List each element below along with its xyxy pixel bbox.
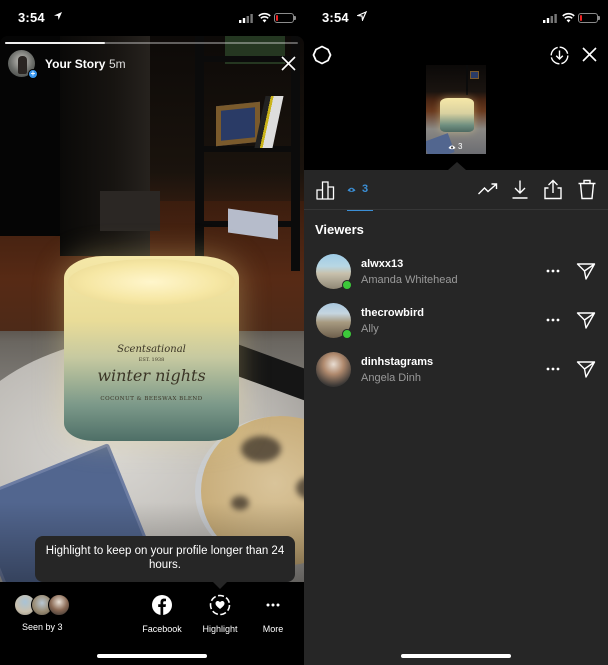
story-thumbnail[interactable]: 3 xyxy=(426,65,486,154)
story-viewers-screen: 3:54 3 3 Viewers alwxx13 Amanda Whitehea… xyxy=(304,0,608,665)
more-dots-icon xyxy=(546,367,560,371)
wifi-icon xyxy=(258,12,271,23)
status-time: 3:54 xyxy=(18,10,45,25)
more-label: More xyxy=(262,624,284,634)
viewer-more-options-button[interactable] xyxy=(544,362,562,376)
more-dots-icon xyxy=(546,269,560,273)
bar-chart-icon[interactable] xyxy=(316,179,335,200)
candle-scent: winter nights xyxy=(97,366,206,385)
active-tab-underline xyxy=(347,209,373,211)
status-bar: 3:54 xyxy=(0,0,304,36)
send-message-icon[interactable] xyxy=(576,359,596,379)
story-tabs-bar: 3 xyxy=(304,170,608,211)
status-time: 3:54 xyxy=(322,10,349,25)
seen-by-label: Seen by 3 xyxy=(22,622,63,632)
viewer-avatar[interactable] xyxy=(316,352,351,387)
tab-viewers[interactable]: 3 xyxy=(347,170,373,211)
story-photo[interactable]: Scentsational EST. 1938 winter nights CO… xyxy=(0,36,304,582)
download-icon[interactable] xyxy=(510,179,530,200)
viewer-full-name: Amanda Whitehead xyxy=(361,274,458,286)
add-story-plus-icon[interactable]: + xyxy=(28,69,38,79)
cellular-signal-icon xyxy=(239,14,253,23)
facebook-button[interactable]: Facebook xyxy=(137,594,187,636)
viewer-more-options-button[interactable] xyxy=(544,264,562,278)
viewer-row[interactable]: thecrowbird Ally xyxy=(304,301,608,347)
facebook-label: Facebook xyxy=(142,624,182,634)
viewer-row[interactable]: alwxx13 Amanda Whitehead xyxy=(304,252,608,298)
cellular-signal-icon xyxy=(543,14,557,23)
story-progress-bar xyxy=(5,42,298,44)
viewers-count: 3 xyxy=(362,183,369,195)
more-dots-icon xyxy=(266,603,280,607)
candle-blend: COCONUT & BEESWAX BLEND xyxy=(100,396,203,402)
eye-icon xyxy=(448,145,456,149)
battery-icon xyxy=(274,13,296,23)
send-message-icon[interactable] xyxy=(576,261,596,281)
highlight-heart-icon xyxy=(209,594,231,616)
viewer-username[interactable]: thecrowbird xyxy=(361,307,424,319)
highlight-tooltip: Highlight to keep on your profile longer… xyxy=(35,536,295,582)
status-bar: 3:54 xyxy=(304,0,608,36)
promote-trend-icon[interactable] xyxy=(478,179,498,200)
eye-icon xyxy=(347,187,356,192)
share-icon[interactable] xyxy=(543,179,563,200)
picture-frame xyxy=(216,101,260,147)
story-header: + Your Story 5m xyxy=(0,48,304,82)
facebook-icon xyxy=(152,595,172,615)
viewers-heading: Viewers xyxy=(315,222,364,237)
story-title[interactable]: Your Story xyxy=(45,57,105,71)
candle-est: EST. 1938 xyxy=(138,357,165,363)
tooltip-text: Highlight to keep on your profile longer… xyxy=(45,545,285,571)
save-circle-icon[interactable] xyxy=(550,46,569,65)
battery-icon xyxy=(578,13,600,23)
home-indicator[interactable] xyxy=(401,654,511,658)
tooltip-pointer xyxy=(213,582,227,589)
send-message-icon[interactable] xyxy=(576,310,596,330)
more-button[interactable]: More xyxy=(248,594,298,636)
wifi-icon xyxy=(562,12,575,23)
viewer-full-name: Ally xyxy=(361,323,379,335)
story-view-screen: 3:54 Scentsational EST. 1938 winter nigh… xyxy=(0,0,304,665)
thumbnail-view-count: 3 xyxy=(448,142,462,151)
candle: Scentsational EST. 1938 winter nights CO… xyxy=(64,256,239,441)
viewer-username[interactable]: dinhstagrams xyxy=(361,356,433,368)
highlight-label: Highlight xyxy=(202,624,238,634)
viewer-more-options-button[interactable] xyxy=(544,313,562,327)
viewer-avatar-3 xyxy=(48,594,70,616)
delete-trash-icon[interactable] xyxy=(577,179,597,200)
close-icon[interactable] xyxy=(582,47,597,62)
location-arrow-icon xyxy=(357,11,367,21)
online-status-dot xyxy=(342,329,352,339)
candle-brand: Scentsational xyxy=(117,344,186,355)
close-icon[interactable] xyxy=(280,55,297,72)
viewer-row[interactable]: dinhstagrams Angela Dinh xyxy=(304,350,608,396)
highlight-button[interactable]: Highlight xyxy=(195,594,245,636)
viewer-full-name: Angela Dinh xyxy=(361,372,421,384)
more-dots-icon xyxy=(546,318,560,322)
story-time-ago: 5m xyxy=(109,57,126,71)
thumbnail-pointer xyxy=(448,162,466,170)
seen-by-button[interactable]: Seen by 3 xyxy=(14,594,74,636)
location-arrow-icon xyxy=(54,12,62,20)
viewer-username[interactable]: alwxx13 xyxy=(361,258,403,270)
settings-icon[interactable] xyxy=(312,45,332,65)
home-indicator[interactable] xyxy=(97,654,207,658)
online-status-dot xyxy=(342,280,352,290)
